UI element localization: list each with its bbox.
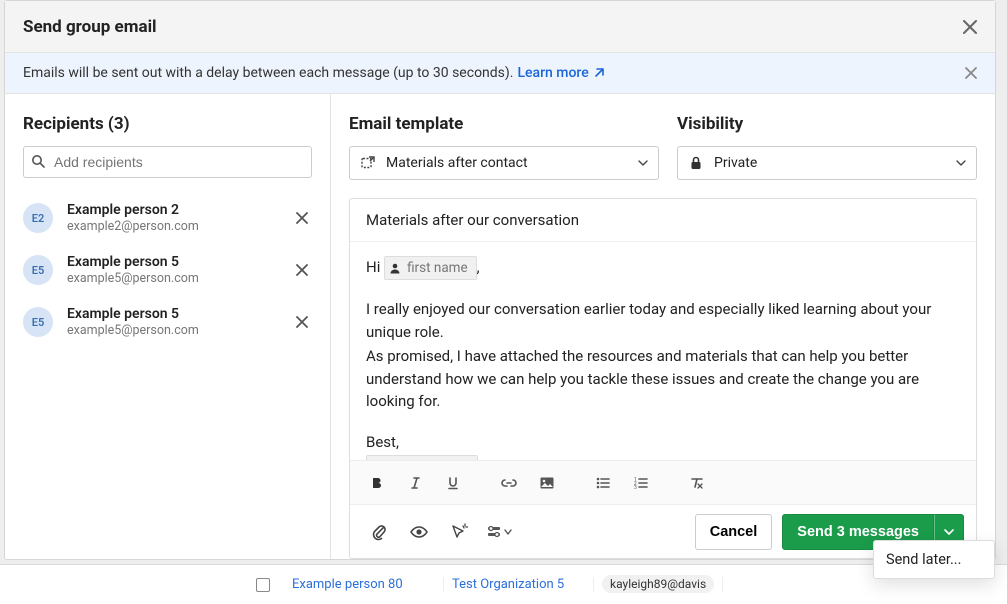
bg-email-badge: kayleigh89@davis xyxy=(602,575,714,593)
info-dismiss-button[interactable] xyxy=(965,67,977,79)
modal-header: Send group email xyxy=(5,1,995,53)
info-banner: Emails will be sent out with a delay bet… xyxy=(5,53,995,94)
chevron-down-icon xyxy=(638,158,648,168)
image-icon xyxy=(539,476,555,490)
modal-close-button[interactable] xyxy=(963,20,977,34)
body-paragraph: I really enjoyed our conversation earlie… xyxy=(366,298,960,343)
recipient-item: E5 Example person 5 example5@person.com xyxy=(23,296,312,348)
avatar: E2 xyxy=(23,203,53,233)
email-subject[interactable]: Materials after our conversation xyxy=(350,199,976,242)
image-button[interactable] xyxy=(530,466,564,500)
info-text: Emails will be sent out with a delay bet… xyxy=(23,65,513,81)
recipients-heading: Recipients (3) xyxy=(23,114,312,134)
template-icon xyxy=(360,156,376,170)
recipient-email: example2@person.com xyxy=(67,219,292,234)
recipient-email: example5@person.com xyxy=(67,271,292,286)
svg-text:3: 3 xyxy=(634,485,637,490)
close-icon xyxy=(965,67,977,79)
body-paragraph: As promised, I have attached the resourc… xyxy=(366,345,960,413)
chevron-down-icon xyxy=(956,158,966,168)
italic-button[interactable] xyxy=(398,466,432,500)
bullet-list-icon xyxy=(595,476,611,490)
recipients-list: E2 Example person 2 example2@person.com … xyxy=(23,192,312,348)
first-name-token[interactable]: first name xyxy=(384,256,477,280)
remove-recipient-button[interactable] xyxy=(292,260,312,280)
bullet-list-button[interactable] xyxy=(586,466,620,500)
recipient-email: example5@person.com xyxy=(67,323,292,338)
formatting-toolbar: 123 xyxy=(350,460,976,504)
token-label: first name xyxy=(407,258,468,278)
remove-recipient-button[interactable] xyxy=(292,312,312,332)
paperclip-icon xyxy=(371,523,387,541)
chevron-down-icon xyxy=(944,527,954,537)
italic-icon xyxy=(408,476,422,490)
close-icon xyxy=(296,316,308,328)
signoff: Best, xyxy=(366,431,960,454)
settings-dropdown-icon xyxy=(486,524,512,540)
recipient-item: E5 Example person 5 example5@person.com xyxy=(23,244,312,296)
template-select[interactable]: Materials after contact xyxy=(349,146,659,180)
insert-field-button[interactable] xyxy=(442,515,476,549)
template-value: Materials after contact xyxy=(386,155,638,171)
send-later-option[interactable]: Send later... xyxy=(873,540,995,579)
recipient-name: Example person 2 xyxy=(67,202,292,218)
bold-button[interactable] xyxy=(360,466,394,500)
numbered-list-icon: 123 xyxy=(633,476,649,490)
modal-title: Send group email xyxy=(23,17,157,37)
compose-panel: Email template Materials after contact xyxy=(331,94,995,559)
recipients-panel: Recipients (3) E2 Example person 2 examp… xyxy=(5,94,331,559)
close-icon xyxy=(963,20,977,34)
attach-button[interactable] xyxy=(362,515,396,549)
underline-button[interactable] xyxy=(436,466,470,500)
avatar: E5 xyxy=(23,307,53,337)
bg-person-name[interactable]: Example person 80 xyxy=(292,577,403,592)
more-options-button[interactable] xyxy=(482,515,516,549)
close-icon xyxy=(296,264,308,276)
recipient-name: Example person 5 xyxy=(67,306,292,322)
clear-formatting-button[interactable] xyxy=(680,466,714,500)
greeting-suffix: , xyxy=(477,258,480,276)
link-button[interactable] xyxy=(492,466,526,500)
row-checkbox[interactable] xyxy=(256,577,284,593)
greeting-prefix: Hi xyxy=(366,258,384,276)
learn-more-link[interactable]: Learn more xyxy=(517,65,588,81)
eye-icon xyxy=(409,525,429,539)
email-body[interactable]: Hi first name, I really enjoyed our conv… xyxy=(350,242,976,460)
underline-icon xyxy=(446,476,460,490)
cursor-sparkle-icon xyxy=(450,523,468,541)
send-group-email-modal: Send group email Emails will be sent out… xyxy=(4,0,996,560)
template-heading: Email template xyxy=(349,114,659,134)
recipients-search xyxy=(23,146,312,178)
recipient-item: E2 Example person 2 example2@person.com xyxy=(23,192,312,244)
background-table-row: Example person 80 Test Organization 5 ka… xyxy=(0,564,1007,604)
cancel-button[interactable]: Cancel xyxy=(695,514,773,550)
clear-format-icon xyxy=(689,476,705,490)
person-icon xyxy=(389,262,401,274)
remove-recipient-button[interactable] xyxy=(292,208,312,228)
numbered-list-button[interactable]: 123 xyxy=(624,466,658,500)
preview-button[interactable] xyxy=(402,515,436,549)
link-icon xyxy=(501,476,517,490)
visibility-heading: Visibility xyxy=(677,114,977,134)
search-icon xyxy=(31,154,45,168)
add-recipients-input[interactable] xyxy=(23,146,312,178)
external-link-icon xyxy=(593,67,605,79)
visibility-value: Private xyxy=(714,155,956,171)
lock-icon xyxy=(688,156,704,170)
visibility-select[interactable]: Private xyxy=(677,146,977,180)
avatar: E5 xyxy=(23,255,53,285)
close-icon xyxy=(296,212,308,224)
bg-org-name[interactable]: Test Organization 5 xyxy=(452,577,564,592)
email-editor: Materials after our conversation Hi firs… xyxy=(349,198,977,559)
recipient-name: Example person 5 xyxy=(67,254,292,270)
bold-icon xyxy=(370,476,384,490)
